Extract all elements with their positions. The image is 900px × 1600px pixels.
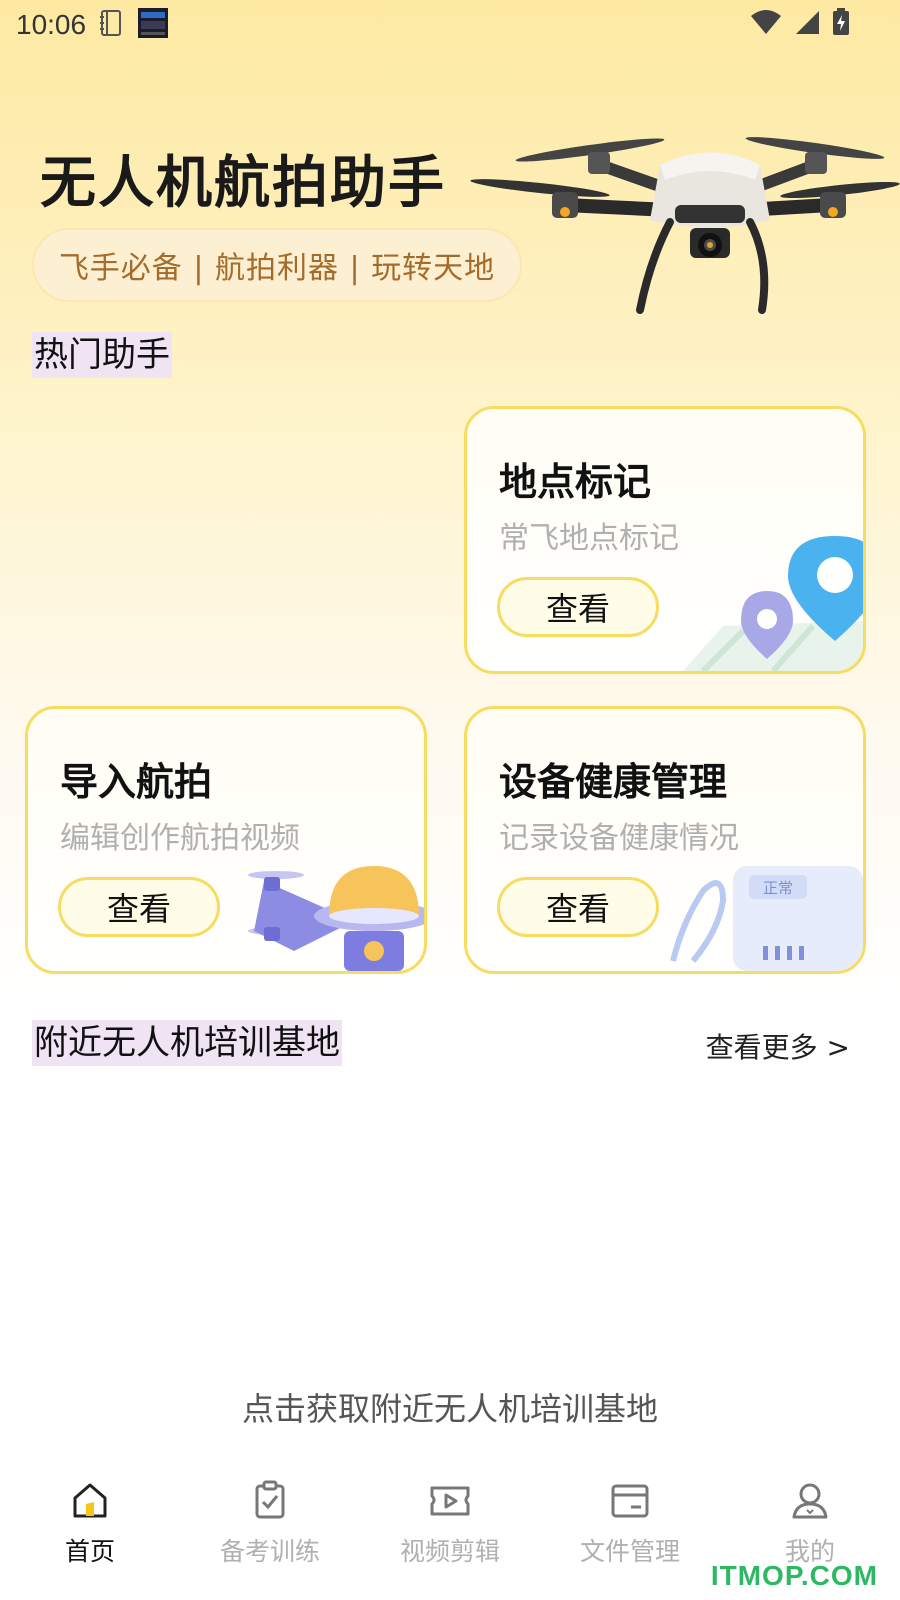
health-status-badge: 正常 [763,879,793,897]
view-more-link[interactable]: 查看更多 > [706,1026,850,1066]
user-icon [792,1483,828,1519]
tab-label: 文件管理 [579,1537,680,1566]
device-monitor-icon: 正常 [670,866,863,971]
card-device-health[interactable]: 设备健康管理 记录设备健康情况 查看 正常 [464,706,866,974]
home-icon [73,1483,107,1518]
app-title: 无人机航拍助手 [40,151,446,216]
battery-icon [832,8,850,40]
wifi-icon [750,9,782,39]
tab-label: 首页 [64,1537,115,1566]
clipboard-check-icon [255,1480,285,1519]
drone-illustration [470,137,900,314]
tab-exam-training[interactable]: 备考训练 [180,1462,360,1600]
view-import-button[interactable]: 查看 [58,877,220,937]
card-import-aerial[interactable]: 导入航拍 编辑创作航拍视频 查看 [25,706,427,974]
signal-icon [794,9,820,39]
card-title: 设备健康管理 [499,760,728,804]
notebook-icon [98,9,126,41]
folder-card-icon [611,1484,649,1518]
toy-drone-icon [248,866,424,971]
status-bar: 10:06 [0,0,900,50]
status-time: 10:06 [16,9,87,40]
get-nearby-training-link[interactable]: 点击获取附近无人机培训基地 [0,1384,900,1430]
card-subtitle: 记录设备健康情况 [499,821,739,856]
card-subtitle: 编辑创作航拍视频 [60,821,300,856]
tab-home[interactable]: 首页 [0,1462,180,1600]
view-health-button[interactable]: 查看 [497,877,659,937]
tab-label: 备考训练 [219,1537,320,1566]
app-thumbnail-icon [138,8,169,42]
card-location-marker[interactable]: 地点标记 常飞地点标记 查看 [464,406,866,674]
watermark: ITMOP.COM [710,1560,878,1591]
map-pin-icon [683,536,863,671]
tagline-pill: 飞手必备 | 航拍利器 | 玩转天地 [32,228,522,302]
tab-label: 视频剪辑 [399,1537,500,1566]
tab-video-edit[interactable]: 视频剪辑 [360,1462,540,1600]
card-subtitle: 常飞地点标记 [499,521,679,556]
video-icon [430,1486,470,1516]
tab-file-manage[interactable]: 文件管理 [540,1462,720,1600]
nearby-training-title: 附近无人机培训基地 [32,1020,342,1066]
card-title: 导入航拍 [60,760,213,804]
hot-helpers-title: 热门助手 [32,332,172,378]
view-location-button[interactable]: 查看 [497,577,659,637]
card-title: 地点标记 [499,460,652,504]
